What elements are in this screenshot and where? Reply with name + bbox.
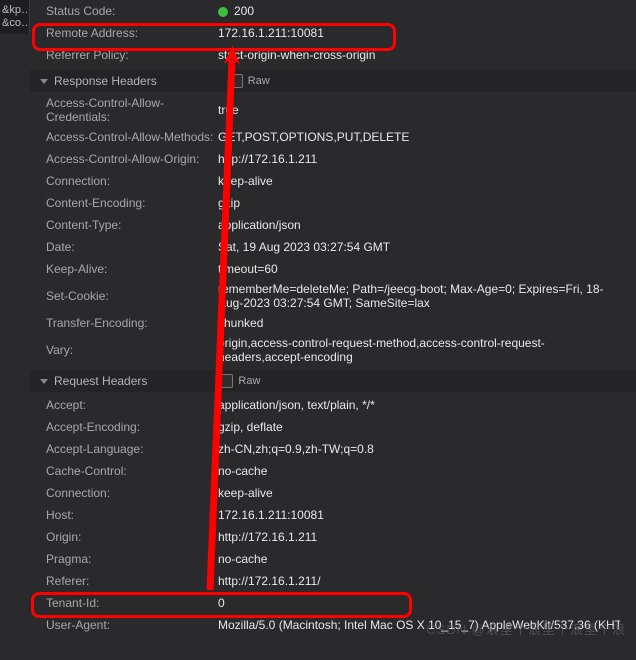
req-value: no-cache [218, 464, 620, 478]
referrer-policy-value: strict-origin-when-cross-origin [218, 48, 620, 62]
resp-row: Date:Sat, 19 Aug 2023 03:27:54 GMT [30, 236, 636, 258]
req-row: Tenant-Id:0 [30, 592, 636, 614]
req-value: zh-CN,zh;q=0.9,zh-TW;q=0.8 [218, 442, 620, 456]
resp-value: Sat, 19 Aug 2023 03:27:54 GMT [218, 240, 620, 254]
req-value: http://172.16.1.211 [218, 530, 620, 544]
resp-label: Date: [46, 240, 218, 254]
resp-label: Set-Cookie: [46, 289, 218, 303]
resp-row: Access-Control-Allow-Credentials:true [30, 94, 636, 126]
req-value: keep-alive [218, 486, 620, 500]
resp-value: rememberMe=deleteMe; Path=/jeecg-boot; M… [218, 282, 620, 310]
req-row: Origin:http://172.16.1.211 [30, 526, 636, 548]
resp-label: Content-Type: [46, 218, 218, 232]
resp-label: Access-Control-Allow-Credentials: [46, 96, 218, 124]
resp-row: Content-Type:application/json [30, 214, 636, 236]
checkbox-icon[interactable] [219, 374, 233, 388]
watermark: CSDN @浪里个浪里个浪里个浪 [426, 619, 626, 638]
general-referrer-row: Referrer Policy: strict-origin-when-cros… [30, 44, 636, 66]
referrer-policy-label: Referrer Policy: [46, 48, 218, 62]
resp-label: Access-Control-Allow-Methods: [46, 130, 218, 144]
req-row: Accept-Encoding:gzip, deflate [30, 416, 636, 438]
resp-label: Access-Control-Allow-Origin: [46, 152, 218, 166]
general-status-row: Status Code: 200 [30, 0, 636, 22]
resp-row: Access-Control-Allow-Origin:http://172.1… [30, 148, 636, 170]
req-label: Accept: [46, 398, 218, 412]
req-label: Accept-Encoding: [46, 420, 218, 434]
req-row: Cache-Control:no-cache [30, 460, 636, 482]
response-headers-section[interactable]: Response Headers Raw [30, 70, 636, 92]
req-value: no-cache [218, 552, 620, 566]
req-value: application/json, text/plain, */* [218, 398, 620, 412]
response-headers-title: Response Headers [54, 74, 157, 88]
resp-value: keep-alive [218, 174, 620, 188]
raw-toggle-response[interactable]: Raw [229, 74, 270, 88]
devtools-panel: &kp…&co… Status Code: 200 Remote Address… [0, 0, 636, 660]
resp-value: gzip [218, 196, 620, 210]
req-label: Origin: [46, 530, 218, 544]
req-value: 0 [218, 596, 620, 610]
request-headers-title: Request Headers [54, 374, 147, 388]
req-row: Referer:http://172.16.1.211/ [30, 570, 636, 592]
req-label: Accept-Language: [46, 442, 218, 456]
req-label: Host: [46, 508, 218, 522]
raw-toggle-request[interactable]: Raw [219, 374, 260, 388]
req-row: Host:172.16.1.211:10081 [30, 504, 636, 526]
resp-value: origin,access-control-request-method,acc… [218, 336, 620, 364]
resp-row: Transfer-Encoding:chunked [30, 312, 636, 334]
req-row: Pragma:no-cache [30, 548, 636, 570]
chevron-down-icon [40, 379, 48, 384]
req-row: Accept:application/json, text/plain, */* [30, 394, 636, 416]
resp-row: Content-Encoding:gzip [30, 192, 636, 214]
remote-address-label: Remote Address: [46, 26, 218, 40]
status-dot-icon [218, 7, 228, 17]
req-label: Pragma: [46, 552, 218, 566]
raw-label: Raw [248, 75, 270, 87]
resp-value: timeout=60 [218, 262, 620, 276]
status-code-label: Status Code: [46, 4, 218, 18]
req-row: Accept-Language:zh-CN,zh;q=0.9,zh-TW;q=0… [30, 438, 636, 460]
resp-row: Set-Cookie:rememberMe=deleteMe; Path=/je… [30, 280, 636, 312]
raw-label: Raw [238, 375, 260, 387]
req-value: gzip, deflate [218, 420, 620, 434]
resp-row: Access-Control-Allow-Methods:GET,POST,OP… [30, 126, 636, 148]
req-label: Tenant-Id: [46, 596, 218, 610]
resp-label: Keep-Alive: [46, 262, 218, 276]
resp-label: Connection: [46, 174, 218, 188]
req-value: http://172.16.1.211/ [218, 574, 620, 588]
resp-label: Content-Encoding: [46, 196, 218, 210]
checkbox-icon[interactable] [229, 74, 243, 88]
general-remote-row: Remote Address: 172.16.1.211:10081 [30, 22, 636, 44]
resp-value: application/json [218, 218, 620, 232]
resp-value: GET,POST,OPTIONS,PUT,DELETE [218, 130, 620, 144]
req-label: Cache-Control: [46, 464, 218, 478]
req-value: 172.16.1.211:10081 [218, 508, 620, 522]
req-row: Connection:keep-alive [30, 482, 636, 504]
resp-row: Vary:origin,access-control-request-metho… [30, 334, 636, 366]
remote-address-value: 172.16.1.211:10081 [218, 26, 620, 40]
status-code-text: 200 [234, 4, 254, 18]
resp-row: Connection:keep-alive [30, 170, 636, 192]
resp-value: true [218, 103, 620, 117]
headers-pane: Status Code: 200 Remote Address: 172.16.… [30, 0, 636, 660]
req-label: Connection: [46, 486, 218, 500]
resp-row: Keep-Alive:timeout=60 [30, 258, 636, 280]
resp-value: chunked [218, 316, 620, 330]
side-tab[interactable]: &kp…&co… [0, 0, 30, 34]
status-code-value: 200 [218, 4, 620, 18]
resp-label: Transfer-Encoding: [46, 316, 218, 330]
resp-value: http://172.16.1.211 [218, 152, 620, 166]
chevron-down-icon [40, 79, 48, 84]
resp-label: Vary: [46, 343, 218, 357]
request-headers-section[interactable]: Request Headers Raw [30, 370, 636, 392]
req-label: User-Agent: [46, 618, 218, 632]
req-label: Referer: [46, 574, 218, 588]
